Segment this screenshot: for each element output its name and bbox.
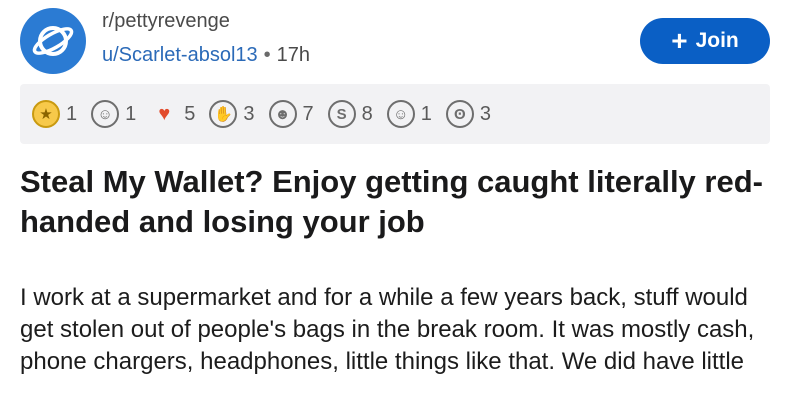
award-count: 3 — [243, 102, 255, 125]
plus-icon: + — [671, 25, 688, 56]
award-count: 7 — [302, 102, 314, 125]
award-count: 3 — [479, 102, 491, 125]
laughing-award-icon: ☻ — [268, 100, 297, 128]
post-age: 17h — [276, 44, 311, 66]
post-header: r/pettyrevenge u/Scarlet-absol13 • 17h + J… — [20, 6, 780, 74]
join-label: Join — [695, 29, 739, 52]
shocked-bear-award-icon: ʘ — [445, 100, 474, 128]
award-item[interactable]: ✋ 3 — [209, 100, 255, 128]
post-meta: u/Scarlet-absol13 • 17h — [102, 44, 310, 67]
award-item[interactable]: ʘ 3 — [445, 100, 491, 128]
meta-separator: • — [263, 44, 271, 66]
award-item[interactable]: ☻ 7 — [268, 100, 314, 128]
award-item[interactable]: ☺ 1 — [91, 100, 136, 128]
post-title[interactable]: Steal My Wallet? Enjoy getting caught li… — [20, 162, 780, 242]
award-item[interactable]: ★ 1 — [32, 100, 77, 128]
award-count: 8 — [361, 102, 373, 125]
subreddit-name[interactable]: r/pettyrevenge — [102, 10, 230, 33]
award-count: 1 — [125, 102, 137, 125]
tears-of-joy-award-icon: ☺ — [386, 100, 415, 128]
gold-award-icon: ★ — [32, 100, 60, 128]
facepalm-award-icon: ✋ — [209, 100, 238, 128]
author-link[interactable]: u/Scarlet-absol13 — [102, 44, 258, 66]
subreddit-planet-icon[interactable] — [20, 8, 86, 74]
award-item[interactable]: ♥ 5 — [150, 100, 195, 128]
award-count: 1 — [66, 102, 78, 125]
join-button[interactable]: + Join — [640, 18, 770, 64]
wholesome-award-icon: ☺ — [91, 100, 120, 128]
post-body: I work at a supermarket and for a while … — [20, 284, 755, 375]
award-item[interactable]: ☺ 1 — [386, 100, 432, 128]
award-item[interactable]: S 8 — [327, 100, 373, 128]
award-count: 1 — [420, 102, 432, 125]
awards-bar[interactable]: ★ 1 ☺ 1 ♥ 5 ✋ 3 ☻ 7 S 8 ☺ 1 ʘ 3 — [20, 84, 770, 144]
rocket-like-award-icon: ♥ — [158, 102, 171, 125]
award-count: 5 — [184, 102, 196, 125]
silver-award-icon: S — [327, 100, 356, 128]
